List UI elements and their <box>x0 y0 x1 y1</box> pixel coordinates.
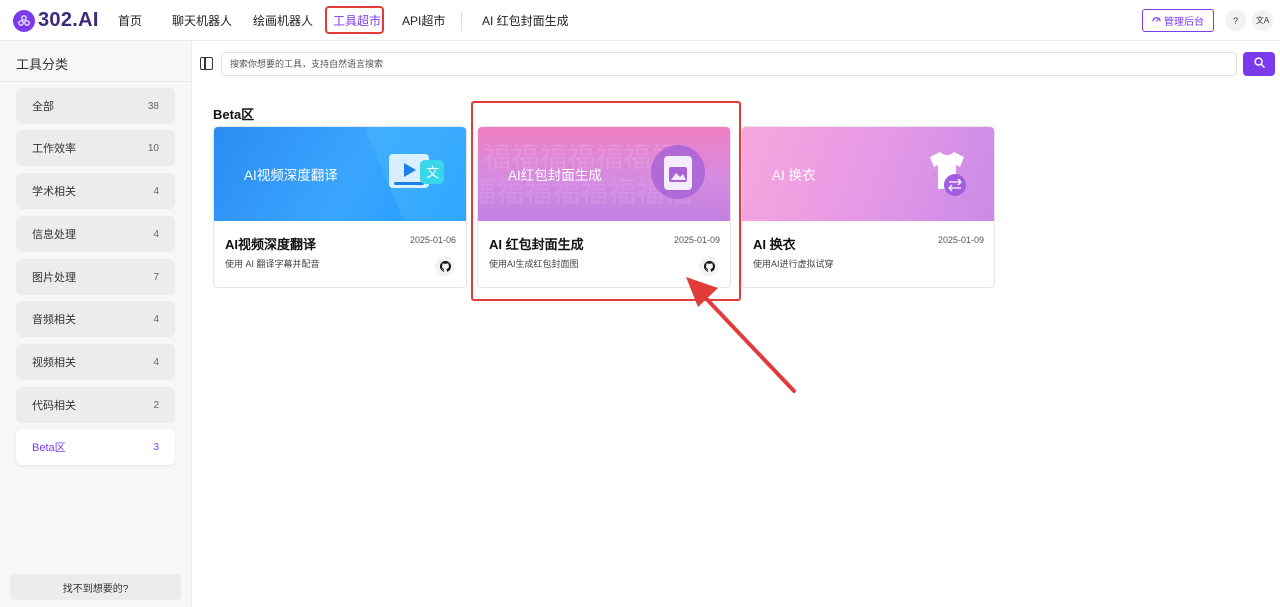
category-count: 4 <box>153 356 159 368</box>
cant-find-tool-button[interactable]: 找不到想要的? <box>10 574 181 600</box>
category-beta[interactable]: Beta区 3 <box>16 429 175 465</box>
sidebar-divider <box>0 81 191 82</box>
card-banner-text: AI视频深度翻译 <box>244 168 338 183</box>
sidebar-toggle-icon[interactable] <box>200 57 213 70</box>
logo-text: 302.AI <box>38 9 99 31</box>
card-title: AI 红包封面生成 <box>489 237 584 252</box>
nav-divider <box>461 11 462 31</box>
nav-tool-market-annotation-box <box>325 6 384 34</box>
nav-home[interactable]: 首页 <box>118 12 142 29</box>
card-banner: ✦ AI 换衣 <box>742 127 994 221</box>
annotation-arrow <box>686 277 796 393</box>
category-code[interactable]: 代码相关 2 <box>16 387 175 423</box>
admin-dashboard-label: 管理后台 <box>1164 17 1204 28</box>
category-label: 图片处理 <box>32 272 76 284</box>
category-label: 代码相关 <box>32 400 76 412</box>
tool-card-virtual-tryon[interactable]: ✦ AI 换衣 AI 换衣 2025-01-09 使用AI进行虚拟试穿 <box>741 126 995 288</box>
card-banner-text: AI 换衣 <box>772 168 816 183</box>
section-title: Beta区 <box>213 107 255 122</box>
tool-card-red-envelope[interactable]: 福福福福福福福 福福福福福福福福 AI红包封面生成 AI 红包封面生成 2025… <box>477 126 731 288</box>
category-productivity[interactable]: 工作效率 10 <box>16 130 175 166</box>
card-title: AI 换衣 <box>753 237 796 252</box>
language-icon[interactable]: 文A <box>1252 10 1273 31</box>
nav-drawing-bot[interactable]: 绘画机器人 <box>253 12 313 29</box>
category-count: 4 <box>153 313 159 325</box>
nav-red-envelope-tool[interactable]: AI 红包封面生成 <box>482 12 569 29</box>
card-description: 使用AI进行虚拟试穿 <box>753 259 834 269</box>
category-count: 38 <box>147 100 159 112</box>
admin-dashboard-button[interactable]: 管理后台 <box>1142 9 1214 32</box>
dashboard-icon <box>1152 15 1161 27</box>
category-label: 工作效率 <box>32 143 76 155</box>
nav-chatbot[interactable]: 聊天机器人 <box>172 12 232 29</box>
category-count: 2 <box>153 399 159 411</box>
card-date: 2025-01-09 <box>937 235 984 245</box>
sidebar-title: 工具分类 <box>16 57 69 72</box>
category-label: 全部 <box>32 101 54 113</box>
category-count: 4 <box>153 228 159 240</box>
logo-icon <box>13 9 35 32</box>
category-audio[interactable]: 音频相关 4 <box>16 301 175 337</box>
language-icon-glyph: 文A <box>1255 16 1270 25</box>
category-count: 4 <box>153 185 159 197</box>
help-icon-glyph: ? <box>1232 15 1238 26</box>
card-title: AI视频深度翻译 <box>225 237 317 252</box>
tool-card-video-translate[interactable]: 文 AI视频深度翻译 AI视频深度翻译 2025-01-06 使用 AI 翻译字… <box>213 126 467 288</box>
search-icon <box>1253 55 1265 73</box>
category-label: 信息处理 <box>32 229 76 241</box>
card-date: 2025-01-09 <box>673 235 720 245</box>
category-video[interactable]: 视频相关 4 <box>16 344 175 380</box>
logo[interactable]: 302.AI <box>13 9 99 32</box>
category-label: 视频相关 <box>32 357 76 369</box>
category-label: 音频相关 <box>32 314 76 326</box>
category-count: 3 <box>153 441 159 453</box>
category-academic[interactable]: 学术相关 4 <box>16 173 175 209</box>
svg-text:✦: ✦ <box>931 172 937 180</box>
category-label: Beta区 <box>32 442 66 454</box>
github-icon[interactable] <box>699 256 719 276</box>
card-description: 使用AI生成红包封面图 <box>489 259 579 269</box>
top-navigation-bar: 302.AI 首页 聊天机器人 绘画机器人 工具超市 API超市 AI 红包封面… <box>0 0 1280 41</box>
card-banner: 福福福福福福福 福福福福福福福福 AI红包封面生成 <box>478 127 730 221</box>
card-date: 2025-01-06 <box>409 235 456 245</box>
category-count: 10 <box>147 142 159 154</box>
category-information[interactable]: 信息处理 4 <box>16 216 175 252</box>
nav-api-market[interactable]: API超市 <box>402 12 445 29</box>
card-description: 使用 AI 翻译字幕并配音 <box>225 259 320 269</box>
category-sidebar: 工具分类 全部 38 工作效率 10 学术相关 4 信息处理 4 图片处理 7 … <box>0 41 192 607</box>
search-button[interactable] <box>1243 52 1275 76</box>
category-label: 学术相关 <box>32 186 76 198</box>
category-image[interactable]: 图片处理 7 <box>16 259 175 295</box>
card-banner-text: AI红包封面生成 <box>508 168 602 183</box>
category-all[interactable]: 全部 38 <box>16 88 175 124</box>
tool-search-input[interactable] <box>221 52 1237 76</box>
category-count: 7 <box>153 271 159 283</box>
help-icon[interactable]: ? <box>1225 10 1246 31</box>
svg-text:文: 文 <box>426 166 439 181</box>
card-banner: 文 AI视频深度翻译 <box>214 127 466 221</box>
github-icon[interactable] <box>435 256 455 276</box>
